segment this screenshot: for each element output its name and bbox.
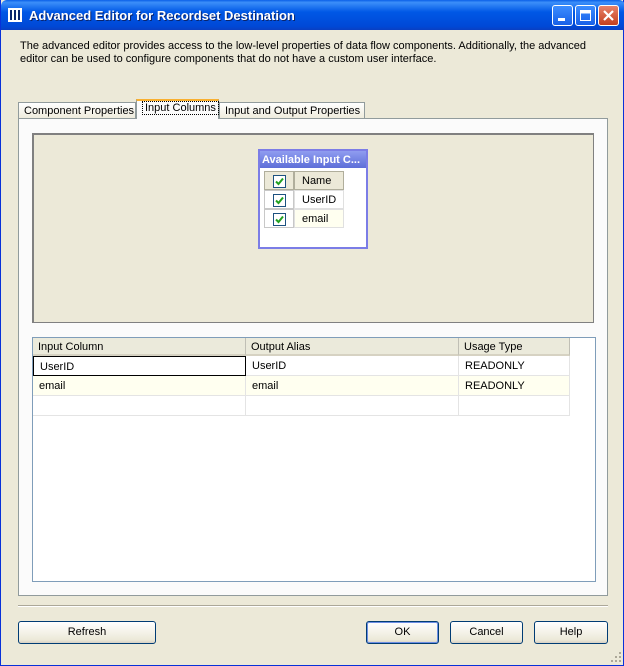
usage-type-cell[interactable]: READONLY — [459, 356, 570, 376]
maximize-icon — [580, 10, 591, 21]
usage-type-cell[interactable]: READONLY — [459, 376, 570, 396]
output-alias-cell[interactable]: UserID — [246, 356, 459, 376]
name-column-header: Name — [294, 171, 344, 190]
usage-type-header[interactable]: Usage Type — [459, 338, 570, 356]
checkbox-cell — [264, 209, 294, 228]
refresh-button[interactable]: Refresh — [18, 621, 156, 644]
column-checkbox[interactable] — [273, 194, 286, 207]
maximize-button[interactable] — [575, 5, 596, 26]
checkbox-cell — [264, 190, 294, 209]
window-title: Advanced Editor for Recordset Destinatio… — [29, 8, 295, 23]
tab-label: Input and Output Properties — [225, 105, 361, 117]
select-all-checkbox[interactable] — [273, 175, 286, 188]
column-mapping-grid[interactable]: Input Column Output Alias Usage Type Use… — [32, 337, 596, 582]
input-columns-panel: Available Input C... Name UserID email I… — [18, 118, 608, 596]
description-text: The advanced editor provides access to t… — [20, 40, 587, 65]
available-input-columns-box[interactable]: Available Input C... Name UserID email — [258, 149, 368, 249]
available-columns-header: Name — [264, 171, 344, 190]
column-designer-canvas: Available Input C... Name UserID email — [32, 133, 594, 323]
new-row-input-cell[interactable] — [33, 396, 246, 416]
new-row-usage-cell[interactable] — [459, 396, 570, 416]
minimize-button[interactable] — [552, 5, 573, 26]
advanced-editor-window: Advanced Editor for Recordset Destinatio… — [0, 0, 624, 666]
app-icon — [8, 8, 22, 22]
column-checkbox[interactable] — [273, 213, 286, 226]
new-row-alias-cell[interactable] — [246, 396, 459, 416]
minimize-icon — [558, 18, 565, 21]
available-column-row[interactable]: email — [264, 209, 344, 228]
column-name: email — [294, 209, 344, 228]
available-column-row[interactable]: UserID — [264, 190, 344, 209]
ok-button[interactable]: OK — [366, 621, 439, 644]
available-columns-title: Available Input C... — [260, 151, 366, 168]
column-name: UserID — [294, 190, 344, 209]
footer-divider — [18, 605, 608, 607]
checkmark-icon — [275, 215, 284, 224]
tab-label: Input Columns — [142, 101, 219, 115]
input-column-header[interactable]: Input Column — [33, 338, 246, 356]
title-bar[interactable]: Advanced Editor for Recordset Destinatio… — [1, 0, 624, 30]
close-icon — [603, 10, 614, 21]
tab-input-columns[interactable]: Input Columns — [136, 99, 219, 119]
close-button[interactable] — [598, 5, 619, 26]
input-column-cell[interactable]: UserID — [33, 356, 246, 376]
input-column-cell[interactable]: email — [33, 376, 246, 396]
cancel-button[interactable]: Cancel — [450, 621, 523, 644]
output-alias-cell[interactable]: email — [246, 376, 459, 396]
checkmark-icon — [275, 177, 284, 186]
help-button[interactable]: Help — [534, 621, 608, 644]
checkmark-icon — [275, 196, 284, 205]
tab-label: Component Properties — [24, 105, 135, 117]
output-alias-header[interactable]: Output Alias — [246, 338, 459, 356]
resize-grip-icon[interactable] — [610, 651, 622, 663]
select-all-cell — [264, 171, 294, 190]
